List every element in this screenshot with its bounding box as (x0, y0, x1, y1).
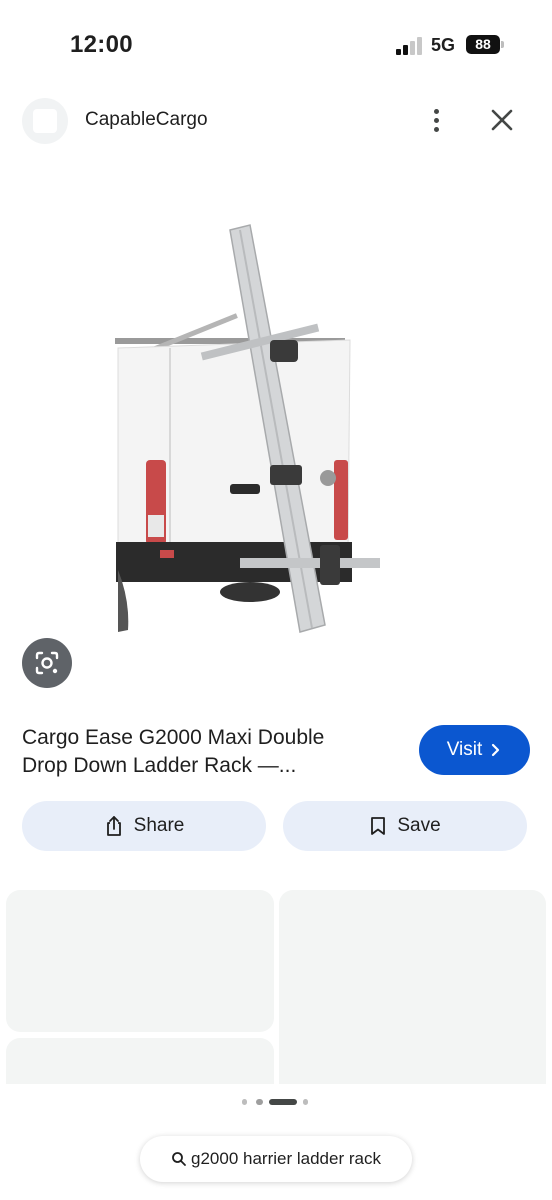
status-bar: 12:00 5G 88 (0, 0, 552, 90)
result-title-line2: Drop Down Ladder Rack —... (22, 754, 297, 777)
lens-search-button[interactable] (22, 638, 72, 688)
product-image[interactable] (110, 220, 390, 650)
battery-icon: 88 (466, 35, 500, 54)
search-query-chip[interactable]: g2000 harrier ladder rack (140, 1136, 412, 1182)
more-vert-icon[interactable] (425, 106, 449, 136)
site-favicon[interactable] (22, 98, 68, 144)
page-indicator (240, 1097, 320, 1107)
battery-tip (501, 41, 504, 48)
search-icon (172, 1152, 186, 1166)
network-type: 5G (431, 35, 456, 55)
result-title-line1: Cargo Ease G2000 Maxi Double (22, 726, 325, 749)
save-label: Save (397, 815, 441, 836)
related-result-card[interactable] (6, 890, 274, 1032)
visit-button[interactable]: Visit (419, 725, 530, 775)
signal-icon (396, 37, 424, 55)
status-time: 12:00 (70, 31, 133, 58)
site-name[interactable]: CapableCargo (85, 109, 208, 131)
result-header: CapableCargo (0, 96, 552, 146)
bookmark-icon (371, 817, 386, 835)
search-query-text: g2000 harrier ladder rack (191, 1149, 381, 1168)
save-button[interactable]: Save (283, 801, 527, 851)
lens-icon (35, 651, 59, 675)
result-title[interactable]: Cargo Ease G2000 Maxi Double Drop Down L… (22, 724, 382, 780)
related-result-card[interactable] (279, 890, 546, 1100)
visit-label: Visit (446, 739, 483, 760)
chevron-right-icon (492, 743, 500, 757)
share-icon (106, 816, 121, 836)
share-label: Share (133, 815, 185, 836)
close-icon[interactable] (488, 106, 516, 134)
share-button[interactable]: Share (22, 801, 266, 851)
